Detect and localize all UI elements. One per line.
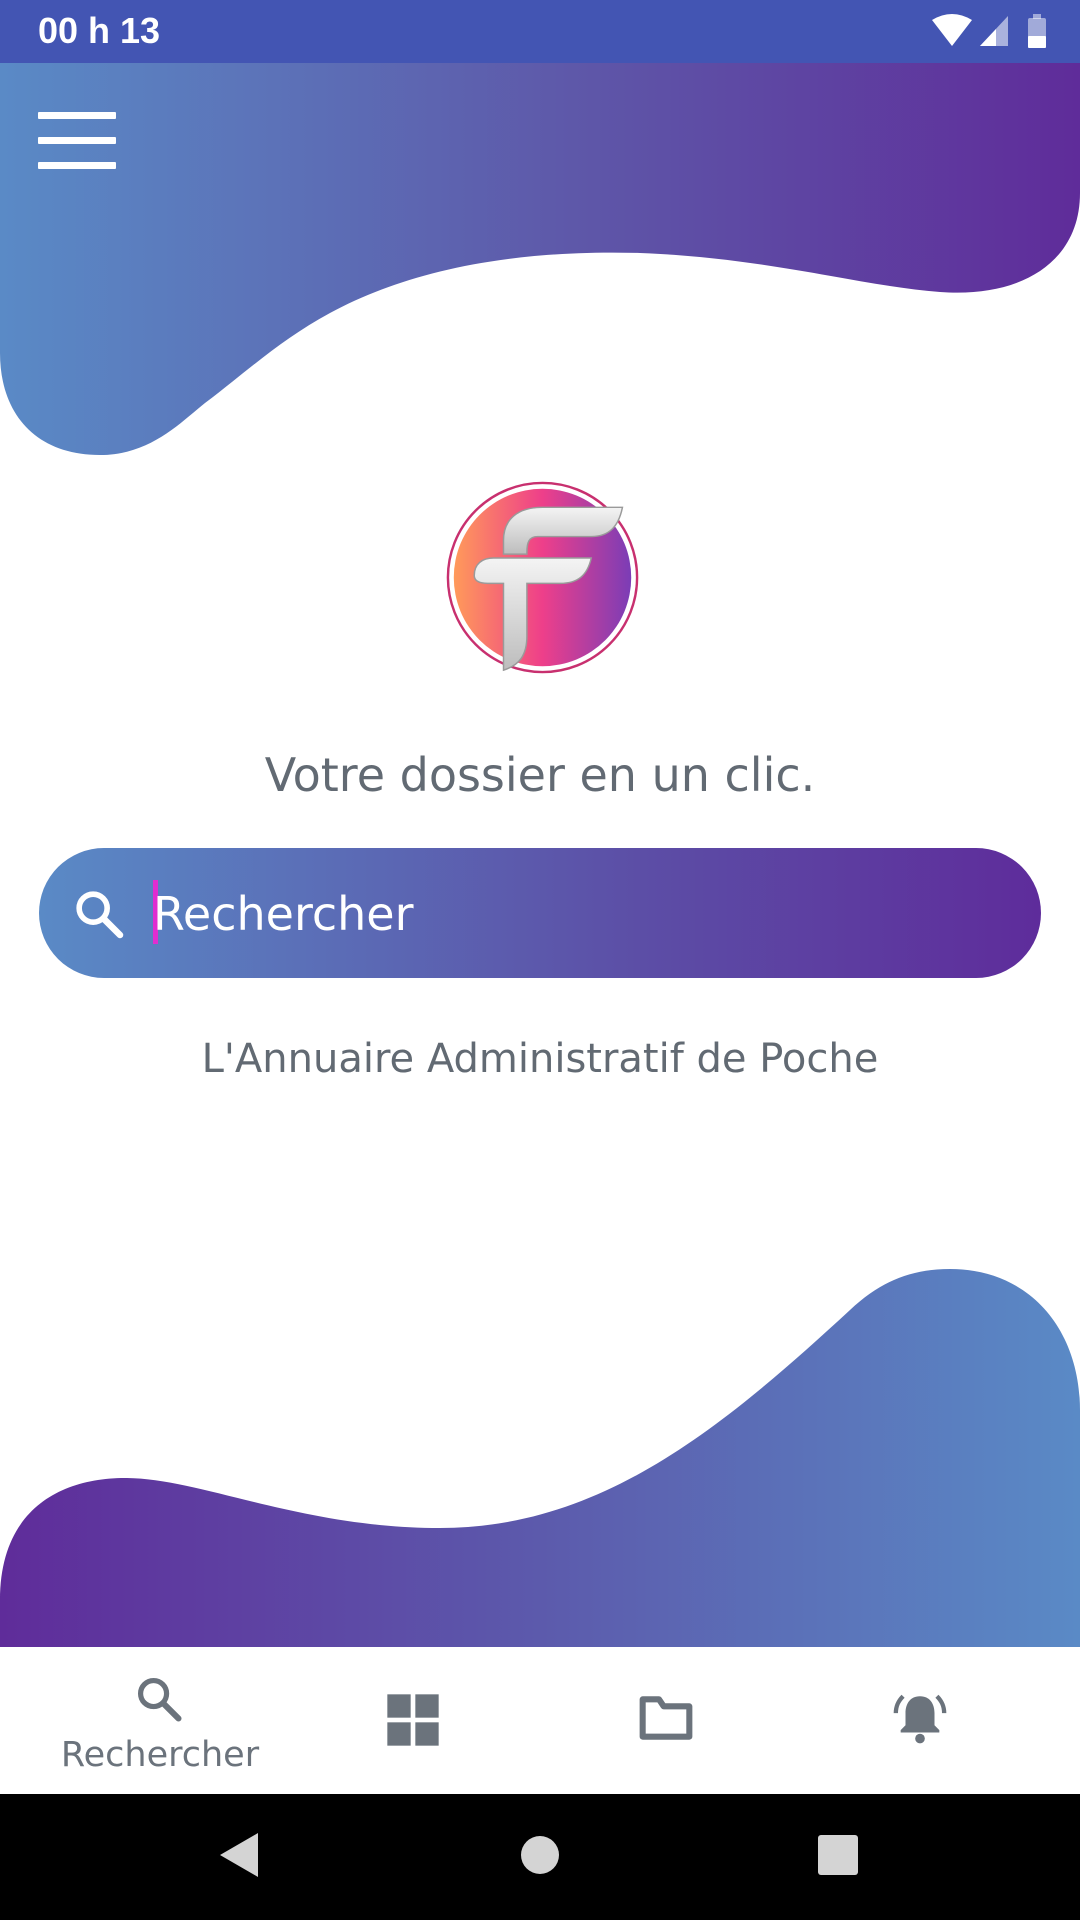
nav-item-folders[interactable] xyxy=(531,1647,801,1794)
hamburger-line xyxy=(38,162,116,169)
nav-label-search: Rechercher xyxy=(60,1735,260,1775)
bottom-navigation: Rechercher xyxy=(0,1647,1080,1794)
signal-icon xyxy=(980,16,1008,46)
search-input[interactable] xyxy=(151,872,1005,956)
footer-wave xyxy=(0,1269,1080,1647)
hamburger-line xyxy=(38,137,116,144)
search-icon xyxy=(76,891,124,939)
hamburger-menu-icon xyxy=(38,112,116,119)
menu-button[interactable] xyxy=(36,112,120,172)
search-icon xyxy=(137,1677,182,1722)
app-logo xyxy=(446,481,639,674)
nav-item-notifications[interactable] xyxy=(784,1647,1054,1794)
status-bar: 00 h 13 xyxy=(0,0,1080,63)
nav-item-categories[interactable] xyxy=(278,1647,548,1794)
bell-icon xyxy=(893,1694,947,1744)
wifi-icon xyxy=(932,14,972,46)
system-navigation-bar xyxy=(0,1794,1080,1920)
subtitle: L'Annuaire Administratif de Poche xyxy=(201,1036,879,1082)
folder-icon xyxy=(639,1696,693,1740)
back-icon[interactable] xyxy=(218,1831,260,1879)
nav-item-search[interactable]: Rechercher xyxy=(25,1647,295,1794)
status-icons xyxy=(930,12,1050,52)
tagline: Votre dossier en un clic. xyxy=(264,748,816,802)
grid-icon xyxy=(387,1694,439,1746)
status-time: 00 h 13 xyxy=(38,10,161,51)
recents-icon[interactable] xyxy=(818,1835,858,1875)
search-bar[interactable] xyxy=(39,848,1041,978)
header-wave xyxy=(0,63,1080,455)
home-icon[interactable] xyxy=(520,1835,560,1875)
battery-icon xyxy=(1028,14,1046,48)
